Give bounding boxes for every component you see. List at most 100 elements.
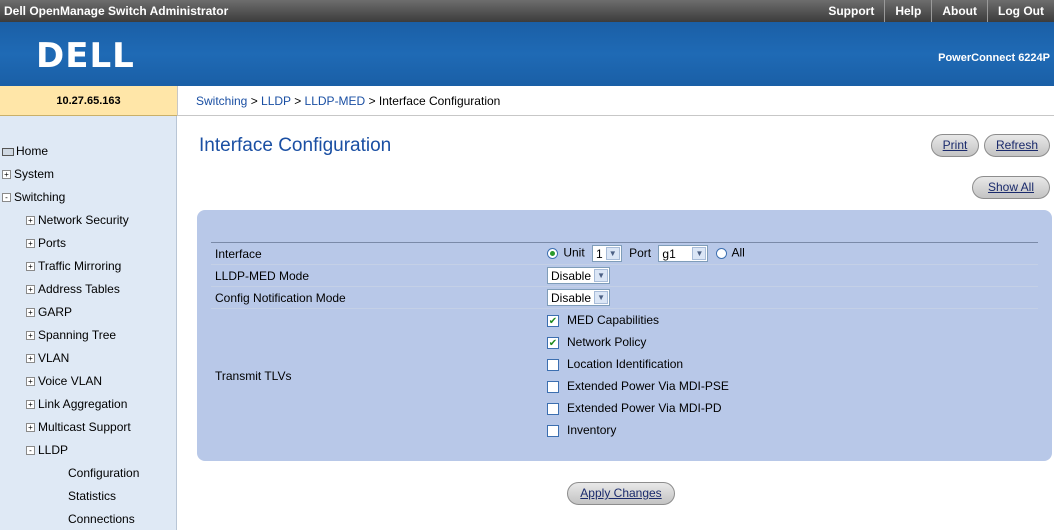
tlv-label: Location Identification: [567, 357, 684, 371]
sidebar-item-address-tables[interactable]: + Address Tables: [0, 278, 139, 301]
tlv-location-identification[interactable]: Location Identification: [547, 353, 683, 375]
sidebar-item-label: Home: [16, 144, 49, 158]
top-bar: Dell OpenManage Switch Administrator Sup…: [0, 0, 1054, 22]
top-links: Support Help About Log Out: [818, 0, 1054, 22]
tlv-label: Extended Power Via MDI-PSE: [567, 379, 729, 393]
sidebar-item-lldp-statistics[interactable]: Statistics: [0, 485, 139, 508]
all-radio[interactable]: [715, 248, 727, 259]
breadcrumb-current: Interface Configuration: [378, 94, 501, 108]
tlv-extended-power-pd[interactable]: Extended Power Via MDI-PD: [547, 397, 722, 419]
port-label: Port: [629, 245, 652, 260]
tlv-label: MED Capabilities: [567, 313, 660, 327]
brand-bar: DELL PowerConnect 6224P: [0, 22, 1054, 86]
logout-link[interactable]: Log Out: [987, 0, 1054, 22]
main-content: Interface Configuration Print Refresh Sh…: [177, 117, 1054, 530]
checkbox-unchecked-icon[interactable]: [547, 424, 559, 437]
page-title: Interface Configuration: [199, 135, 392, 156]
sidebar-item-label: Traffic Mirroring: [38, 259, 122, 273]
expand-icon[interactable]: +: [26, 308, 35, 318]
config-notification-row: Config Notification Mode Disable ▼: [211, 287, 1038, 309]
transmit-tlvs-row: Transmit TLVs ✔ MED Capabilities ✔ Network…: [211, 309, 1038, 445]
all-label: All: [731, 245, 745, 260]
sidebar-item-lldp[interactable]: - LLDP: [0, 439, 139, 462]
nav-tree: Home + System - Switching + Network Securit…: [0, 140, 139, 530]
apply-changes-button[interactable]: Apply Changes: [567, 482, 675, 505]
expand-icon[interactable]: +: [26, 262, 35, 272]
sidebar-item-label: Configuration: [68, 466, 140, 480]
sidebar-item-multicast-support[interactable]: + Multicast Support: [0, 416, 139, 439]
transmit-tlvs-label: Transmit TLVs: [215, 369, 292, 383]
breadcrumb-bar: Switching > LLDP > LLDP-MED > Interface …: [177, 86, 1054, 116]
show-all-button[interactable]: Show All: [972, 176, 1050, 199]
lldp-med-mode-select[interactable]: Disable ▼: [547, 267, 611, 284]
sidebar-item-label: Switching: [14, 190, 66, 204]
collapse-icon[interactable]: -: [2, 193, 11, 203]
dell-logo: DELL: [36, 36, 135, 76]
config-notification-select[interactable]: Disable ▼: [547, 289, 611, 306]
expand-icon[interactable]: +: [26, 354, 35, 364]
port-select[interactable]: g1 ▼: [658, 245, 709, 262]
checkbox-unchecked-icon[interactable]: [547, 358, 559, 371]
expand-icon[interactable]: +: [26, 423, 35, 433]
sidebar-item-spanning-tree[interactable]: + Spanning Tree: [0, 324, 139, 347]
refresh-button[interactable]: Refresh: [984, 134, 1050, 157]
checkbox-checked-icon[interactable]: ✔: [547, 336, 559, 349]
app-title: Dell OpenManage Switch Administrator: [4, 4, 229, 18]
checkbox-unchecked-icon[interactable]: [547, 402, 559, 415]
unit-select[interactable]: 1 ▼: [592, 245, 622, 262]
sidebar-item-system[interactable]: + System: [0, 163, 139, 186]
support-link[interactable]: Support: [818, 0, 884, 22]
sidebar-item-label: System: [14, 167, 55, 181]
tlv-med-capabilities[interactable]: ✔ MED Capabilities: [547, 309, 659, 331]
sidebar-item-home[interactable]: Home: [0, 140, 139, 163]
sidebar-item-label: VLAN: [38, 351, 70, 365]
about-link[interactable]: About: [931, 0, 987, 22]
sidebar-item-label: Spanning Tree: [38, 328, 117, 342]
expand-icon[interactable]: +: [26, 216, 35, 226]
sidebar-item-lldp-connections[interactable]: Connections: [0, 508, 139, 530]
sidebar-item-label: Statistics: [68, 489, 117, 503]
sidebar-item-voice-vlan[interactable]: + Voice VLAN: [0, 370, 139, 393]
help-link[interactable]: Help: [884, 0, 931, 22]
expand-icon[interactable]: +: [26, 331, 35, 341]
interface-controls: Unit 1 ▼ Port g1 ▼ All: [547, 245, 745, 262]
sidebar-item-ports[interactable]: + Ports: [0, 232, 139, 255]
sidebar-item-traffic-mirroring[interactable]: + Traffic Mirroring: [0, 255, 139, 278]
sidebar-item-label: GARP: [38, 305, 73, 319]
breadcrumb-lldp[interactable]: LLDP: [261, 94, 291, 108]
tlv-inventory[interactable]: Inventory: [547, 419, 616, 441]
checkbox-checked-icon[interactable]: ✔: [547, 314, 559, 327]
sidebar: Home + System - Switching + Network Securit…: [0, 116, 177, 530]
sidebar-item-garp[interactable]: + GARP: [0, 301, 139, 324]
breadcrumb-lldp-med[interactable]: LLDP-MED: [305, 94, 366, 108]
interface-row: Interface Unit 1 ▼ Port g1 ▼ All: [211, 243, 1038, 265]
expand-icon[interactable]: +: [26, 400, 35, 410]
print-button[interactable]: Print: [931, 134, 979, 157]
sidebar-item-label: Multicast Support: [38, 420, 131, 434]
collapse-icon[interactable]: -: [26, 446, 35, 456]
breadcrumb-separator: >: [247, 94, 262, 108]
lldp-med-mode-value: Disable: [551, 268, 592, 283]
breadcrumb-switching[interactable]: Switching: [196, 94, 247, 108]
sidebar-item-lldp-configuration[interactable]: Configuration: [0, 462, 139, 485]
checkbox-unchecked-icon[interactable]: [547, 380, 559, 393]
expand-icon[interactable]: +: [26, 285, 35, 295]
breadcrumb-separator: >: [290, 94, 305, 108]
expand-icon[interactable]: +: [2, 170, 11, 180]
interface-label: Interface: [215, 247, 262, 261]
tlv-extended-power-pse[interactable]: Extended Power Via MDI-PSE: [547, 375, 729, 397]
chevron-down-icon: ▼: [692, 247, 707, 260]
device-model: PowerConnect 6224P: [938, 52, 1050, 64]
sidebar-item-label: Connections: [68, 512, 135, 526]
sidebar-item-label: Ports: [38, 236, 67, 250]
tlv-network-policy[interactable]: ✔ Network Policy: [547, 331, 646, 353]
sidebar-item-network-security[interactable]: + Network Security: [0, 209, 139, 232]
sidebar-item-switching[interactable]: - Switching: [0, 186, 139, 209]
sidebar-item-link-aggregation[interactable]: + Link Aggregation: [0, 393, 139, 416]
expand-icon[interactable]: +: [26, 377, 35, 387]
config-notification-label: Config Notification Mode: [215, 291, 346, 305]
expand-icon[interactable]: +: [26, 239, 35, 249]
unit-radio[interactable]: [547, 248, 558, 259]
sidebar-item-vlan[interactable]: + VLAN: [0, 347, 139, 370]
home-icon: [2, 147, 14, 156]
